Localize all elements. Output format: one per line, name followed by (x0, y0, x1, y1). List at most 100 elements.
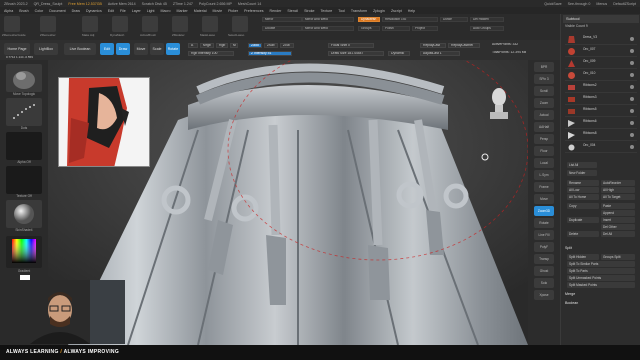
menu-help[interactable]: Help (408, 9, 415, 13)
line-fill-button[interactable]: Line Fill (534, 230, 554, 240)
subtool-row[interactable]: Ribbons6 (565, 118, 637, 129)
replay-last-button[interactable]: ReplayLast (420, 43, 446, 48)
double-button[interactable]: Double (262, 26, 302, 31)
divide-button[interactable]: Divide (440, 17, 468, 22)
eye-icon[interactable] (630, 61, 634, 65)
menu-layer[interactable]: Layer (132, 9, 141, 13)
mrgb-toggle[interactable]: Mrgb (200, 43, 214, 48)
eye-icon[interactable] (630, 145, 634, 149)
del-hidden-button[interactable]: Del Hidden (470, 17, 504, 22)
insert-button[interactable]: Insert (601, 217, 635, 223)
duplicate-button[interactable]: Duplicate (567, 217, 599, 223)
resolution-slider[interactable]: Resolution 192 (382, 17, 438, 22)
brush-thumbnail[interactable] (6, 64, 42, 92)
zremesher-guide-button[interactable] (4, 16, 20, 32)
zoom3d-button[interactable]: Zoom3D (534, 206, 554, 216)
see-through-slider[interactable]: See-through 0 (568, 2, 591, 6)
eye-icon[interactable] (630, 37, 634, 41)
menu-zplugin[interactable]: Zplugin (373, 9, 385, 13)
quicksave-button[interactable]: QuickSave (544, 2, 561, 6)
mirror-and-weld-button[interactable]: Mirror And Weld (302, 17, 354, 22)
dynamesh-button[interactable]: DynaMesh (358, 17, 380, 22)
adjust-last-slider[interactable]: AdjustLast 1 (420, 51, 460, 56)
menu-material[interactable]: Material (194, 9, 207, 13)
menu-draw[interactable]: Draw (72, 9, 80, 13)
subtool-row[interactable]: Oro_004 (565, 142, 637, 153)
zadd-toggle[interactable]: Zadd (248, 43, 262, 48)
eye-icon[interactable] (630, 97, 634, 101)
m-toggle[interactable]: M (230, 43, 238, 48)
focal-shift-slider[interactable]: Focal Shift 0 (328, 43, 374, 48)
lsym-button[interactable]: L.Sym (534, 170, 554, 180)
eye-icon[interactable] (630, 133, 634, 137)
menu-stroke[interactable]: Stroke (304, 9, 314, 13)
polyf-button[interactable]: PolyF (534, 242, 554, 252)
menu-texture[interactable]: Texture (321, 9, 333, 13)
persp-button[interactable]: Persp (534, 134, 554, 144)
groups-split-button[interactable]: Groups Split (601, 254, 635, 260)
zsub-toggle[interactable]: Zsub (264, 43, 278, 48)
navigation-head-icon[interactable] (488, 85, 510, 119)
bpr-button[interactable]: BPR (534, 62, 554, 72)
zcut-toggle[interactable]: Zcut (280, 43, 294, 48)
all-to-target-button[interactable]: All To Target (601, 194, 635, 200)
solo-button[interactable]: Solo (534, 278, 554, 288)
menu-transform[interactable]: Transform (351, 9, 367, 13)
paste-button[interactable]: Paste (601, 203, 635, 209)
new-folder-button[interactable]: New Folder (567, 170, 597, 176)
eye-icon[interactable] (630, 73, 634, 77)
subtool-row[interactable]: Ribbons2 (565, 82, 637, 93)
material-thumbnail[interactable] (6, 200, 42, 228)
move-mode-button[interactable]: Move (134, 43, 148, 55)
draw-mode-button[interactable]: Draw (116, 43, 130, 55)
subtool-row[interactable]: Dress_V3 (565, 34, 637, 45)
polish-toggle[interactable]: Polish (382, 26, 410, 31)
boolean-section-title[interactable]: Boolean (565, 301, 578, 305)
groups-toggle[interactable]: Groups (358, 26, 380, 31)
scroll-button[interactable]: Scroll (534, 86, 554, 96)
all-low-button[interactable]: All Low (567, 187, 599, 193)
active-brush-button[interactable] (142, 16, 158, 32)
transp-button[interactable]: Transp (534, 254, 554, 264)
menu-color[interactable]: Color (35, 9, 44, 13)
all-high-button[interactable]: All High (601, 187, 635, 193)
rotate-view-button[interactable]: Rotate (534, 218, 554, 228)
replay-last-rel-button[interactable]: ReplayLastRel (448, 43, 480, 48)
aahalf-button[interactable]: AAHalf (534, 122, 554, 132)
zmodeler-button[interactable] (172, 16, 188, 32)
menu-render[interactable]: Render (270, 9, 282, 13)
all-to-home-button[interactable]: All To Home (567, 194, 599, 200)
spix-button[interactable]: SPix 3 (534, 74, 554, 84)
move-view-button[interactable]: Move (534, 194, 554, 204)
zremesher-button[interactable] (40, 16, 56, 32)
floor-button[interactable]: Floor (534, 146, 554, 156)
menus-button[interactable]: Menus (596, 2, 607, 6)
split-section-title[interactable]: Split (565, 246, 572, 250)
menu-picker[interactable]: Picker (228, 9, 238, 13)
local-button[interactable]: Local (534, 158, 554, 168)
menu-zscript[interactable]: Zscript (391, 9, 402, 13)
del-other-button[interactable]: Del Other (601, 224, 635, 230)
texture-thumbnail[interactable] (6, 166, 42, 194)
menu-edit[interactable]: Edit (108, 9, 114, 13)
live-boolean-button[interactable]: Live Boolean (64, 43, 96, 55)
make-adj-button[interactable] (82, 16, 98, 32)
scale-mode-button[interactable]: Scale (150, 43, 164, 55)
edit-mode-button[interactable]: Edit (100, 43, 114, 55)
frame-button[interactable]: Frame (534, 182, 554, 192)
menu-tool[interactable]: Tool (338, 9, 345, 13)
menu-stencil[interactable]: Stencil (287, 9, 298, 13)
copy-button[interactable]: Copy (567, 203, 599, 209)
menu-macro[interactable]: Macro (161, 9, 171, 13)
merge-section-title[interactable]: Merge (565, 292, 575, 296)
actual-button[interactable]: Actual (534, 110, 554, 120)
subtool-row[interactable]: Ribbons5 (565, 106, 637, 117)
menu-file[interactable]: File (120, 9, 126, 13)
zoom-button[interactable]: Zoom (534, 98, 554, 108)
draw-size-slider[interactable]: Draw Size 181.44547 (328, 51, 384, 56)
split-to-parts-button[interactable]: Split To Parts (567, 268, 635, 274)
lightbox-button[interactable]: LightBox (34, 43, 58, 55)
menu-light[interactable]: Light (147, 9, 155, 13)
subtool-title[interactable]: Subtool (563, 15, 639, 23)
menu-preferences[interactable]: Preferences (244, 9, 263, 13)
